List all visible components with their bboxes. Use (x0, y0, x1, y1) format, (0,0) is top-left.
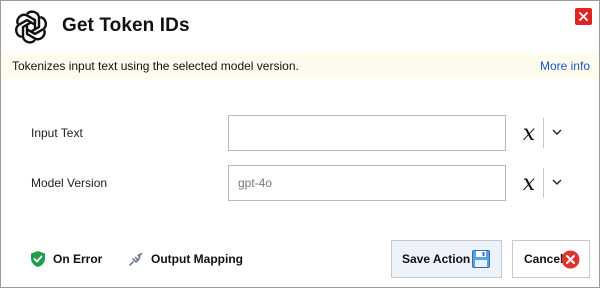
action-description: Tokenizes input text using the selected … (12, 59, 299, 73)
input-text-label: Input Text (31, 126, 83, 140)
chevron-down-icon (552, 129, 562, 135)
save-action-button[interactable]: Save Action (391, 240, 502, 278)
model-version-row: Model Version x (1, 165, 599, 203)
variable-icon: x (522, 170, 536, 196)
model-version-label: Model Version (31, 176, 108, 190)
dialog-title: Get Token IDs (62, 15, 190, 36)
shield-check-icon (29, 250, 47, 268)
cancel-button[interactable]: Cancel (512, 240, 590, 278)
on-error-label: On Error (53, 252, 103, 266)
save-action-label: Save Action (402, 252, 471, 266)
output-mapping-label: Output Mapping (151, 252, 243, 266)
close-button[interactable] (575, 8, 592, 25)
cancel-label: Cancel (524, 252, 564, 266)
divider (543, 168, 544, 198)
input-text-field[interactable] (228, 115, 506, 151)
cancel-icon (561, 250, 580, 269)
info-bar: Tokenizes input text using the selected … (2, 53, 598, 79)
model-version-dropdown-button[interactable] (549, 174, 565, 190)
chevron-down-icon (552, 179, 562, 185)
dialog-header: Get Token IDs (1, 1, 599, 53)
input-text-variable-button[interactable]: x (517, 118, 541, 148)
model-version-variable-button[interactable]: x (517, 168, 541, 198)
on-error-button[interactable]: On Error (29, 250, 102, 268)
model-version-field[interactable] (228, 165, 506, 201)
get-token-ids-dialog: Get Token IDs Tokenizes input text using… (0, 0, 600, 288)
input-text-row: Input Text x (1, 115, 599, 153)
more-info-link[interactable]: More info (540, 59, 590, 73)
variable-icon: x (522, 120, 536, 146)
output-mapping-button[interactable]: Output Mapping (127, 250, 243, 268)
plug-icon (127, 250, 145, 268)
close-icon (579, 12, 588, 21)
openai-logo-icon (15, 10, 47, 44)
divider (543, 118, 544, 148)
input-text-dropdown-button[interactable] (549, 124, 565, 140)
floppy-disk-icon (471, 249, 491, 269)
